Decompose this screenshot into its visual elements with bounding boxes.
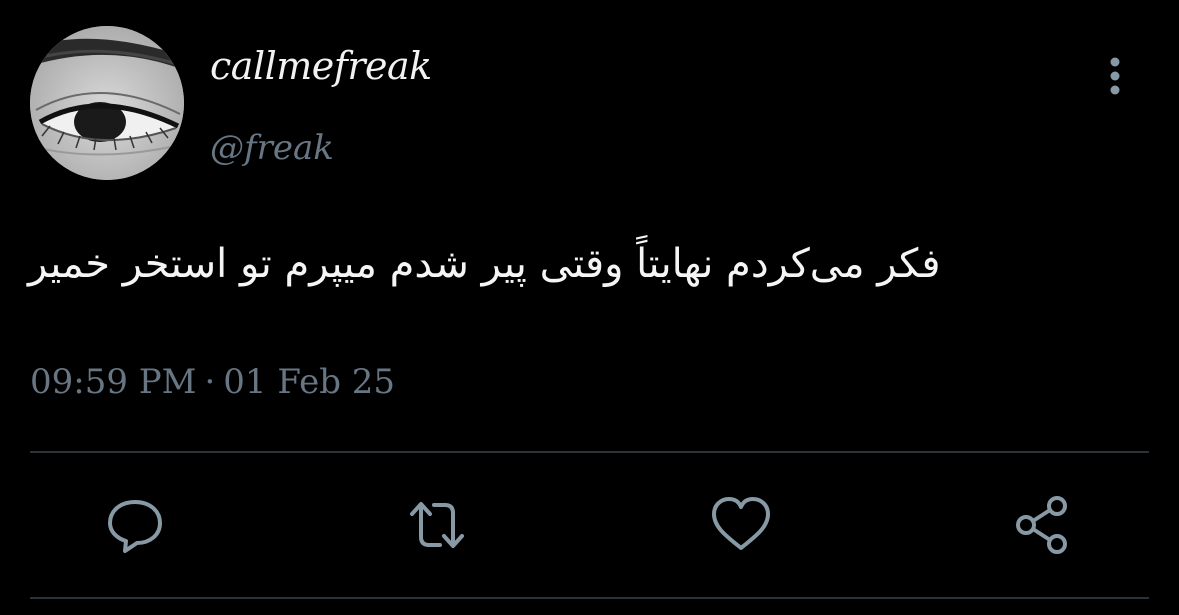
more-vertical-icon bbox=[1110, 57, 1120, 95]
timestamp-separator: · bbox=[204, 362, 216, 402]
tweet-date: 01 Feb 25 bbox=[223, 362, 396, 402]
share-button[interactable] bbox=[1008, 490, 1078, 560]
author-handle[interactable]: @freak bbox=[210, 128, 334, 168]
reply-button[interactable] bbox=[100, 490, 170, 560]
eye-photo bbox=[30, 26, 184, 180]
retweet-button[interactable] bbox=[402, 490, 472, 560]
tweet-time: 09:59 PM bbox=[30, 362, 197, 402]
retweet-icon bbox=[410, 502, 464, 548]
more-options-button[interactable] bbox=[1100, 54, 1130, 98]
author-display-name[interactable]: callmefreak bbox=[210, 44, 432, 88]
like-button[interactable] bbox=[706, 490, 776, 560]
tweet-timestamp[interactable]: 09:59 PM · 01 Feb 25 bbox=[30, 362, 395, 402]
share-icon bbox=[1016, 496, 1067, 554]
heart-icon bbox=[712, 497, 770, 550]
tweet-text: فکر می‌کردم نهایتاً وقتی پیر شدم میپرم ت… bbox=[28, 241, 941, 287]
avatar[interactable] bbox=[30, 26, 184, 180]
divider bbox=[30, 451, 1149, 453]
divider bbox=[30, 597, 1149, 599]
reply-icon bbox=[108, 500, 162, 553]
